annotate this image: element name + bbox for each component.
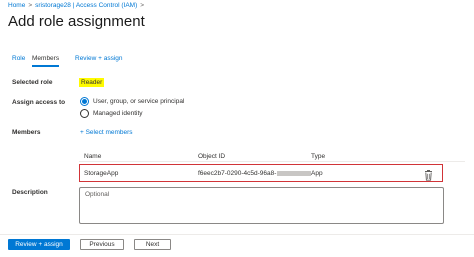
trash-icon[interactable] <box>424 168 433 181</box>
page-title: Add role assignment <box>8 13 145 30</box>
tab-review-assign[interactable]: Review + assign <box>75 55 123 65</box>
radio-unchecked-icon[interactable] <box>80 109 89 118</box>
chevron-right-icon: > <box>140 2 145 9</box>
previous-button[interactable]: Previous <box>80 239 124 250</box>
description-label: Description <box>12 189 48 196</box>
column-header-type: Type <box>311 153 326 160</box>
column-header-object-id: Object ID <box>198 153 226 160</box>
next-button[interactable]: Next <box>134 239 171 250</box>
breadcrumb-iam-link[interactable]: sristorage28 | Access Control (IAM) <box>35 2 137 9</box>
breadcrumb-home-link[interactable]: Home <box>8 2 25 9</box>
row-name: StorageApp <box>84 170 119 177</box>
redacted-block <box>277 170 312 176</box>
members-label: Members <box>12 129 41 136</box>
row-object-id: f6eec2b7-0290-4c5d-96a8- <box>198 170 312 177</box>
tab-role[interactable]: Role <box>12 55 25 65</box>
chevron-right-icon: > <box>28 2 33 9</box>
table-header-divider <box>79 161 465 162</box>
selected-role-label: Selected role <box>12 79 53 86</box>
description-placeholder: Optional <box>85 191 110 198</box>
description-textarea[interactable]: Optional <box>79 187 444 224</box>
radio-managed-identity-label: Managed identity <box>93 110 143 117</box>
assign-access-label: Assign access to <box>12 99 66 106</box>
column-header-name: Name <box>84 153 102 160</box>
radio-checked-icon[interactable] <box>80 97 89 106</box>
radio-user-group-sp-label: User, group, or service principal <box>93 98 185 105</box>
radio-managed-identity[interactable]: Managed identity <box>80 109 143 118</box>
table-row: StorageApp f6eec2b7-0290-4c5d-96a8- App <box>79 164 443 182</box>
row-type: App <box>311 170 323 177</box>
tab-members[interactable]: Members <box>32 55 60 67</box>
footer-divider <box>0 234 474 235</box>
radio-user-group-sp[interactable]: User, group, or service principal <box>80 97 184 106</box>
selected-role-value: Reader <box>79 78 105 87</box>
tab-bar: Role Members Review + assign <box>8 55 468 69</box>
review-assign-button[interactable]: Review + assign <box>8 239 70 250</box>
breadcrumb: Home > sristorage28 | Access Control (IAM)… <box>8 2 147 9</box>
select-members-link[interactable]: + Select members <box>80 129 133 136</box>
